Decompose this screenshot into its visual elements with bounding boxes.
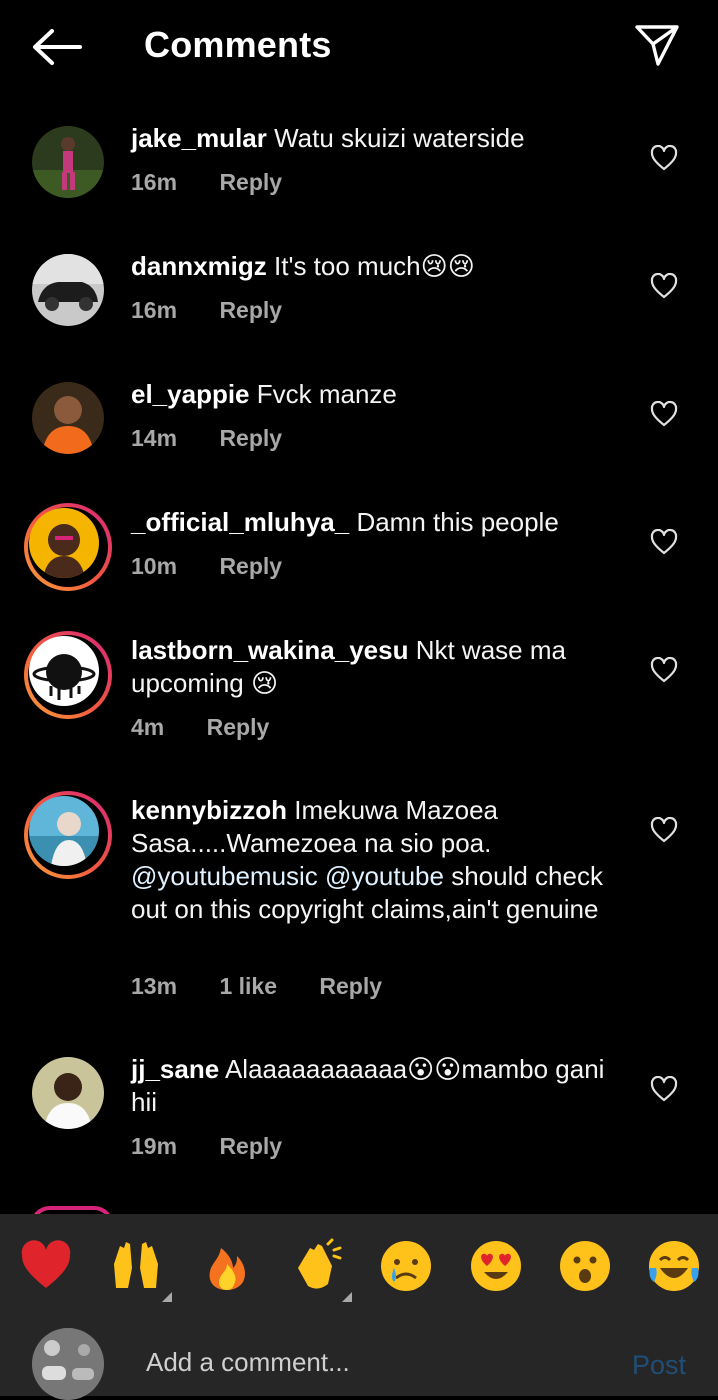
comment-text: jj_sane Alaaaaaaaaaaa😮😮mambo gani hii (131, 1053, 631, 1119)
comment-body: Watu skuizi waterside (274, 123, 525, 153)
comment-username[interactable]: jj_sane (131, 1054, 219, 1084)
comment-time: 4m (131, 714, 165, 740)
tears-of-joy-icon[interactable] (646, 1238, 702, 1294)
current-user-avatar[interactable] (32, 1328, 104, 1400)
comment-meta: 4m Reply (131, 714, 305, 741)
comment-text: lastborn_wakina_yesu Nkt wase ma upcomin… (131, 634, 631, 700)
heart-icon[interactable] (650, 401, 678, 427)
heart-icon[interactable] (650, 817, 678, 843)
reply-button[interactable]: Reply (219, 1133, 282, 1159)
comment-username[interactable]: _official_mluhya_ (131, 507, 349, 537)
avatar-image (29, 508, 99, 578)
comment-time: 13m (131, 973, 178, 999)
heart-icon[interactable] (650, 145, 678, 171)
mention-link[interactable]: @youtubemusic (131, 861, 318, 891)
raising-hands-icon[interactable] (108, 1238, 164, 1294)
fire-icon[interactable] (199, 1238, 255, 1294)
comment-username[interactable]: jake_mular (131, 123, 267, 153)
reply-button[interactable]: Reply (219, 553, 282, 579)
comment-time: 16m (131, 169, 178, 195)
story-avatar[interactable] (24, 503, 112, 591)
comment-meta: 16m Reply (131, 169, 318, 196)
avatar-image (32, 1328, 104, 1400)
story-avatar[interactable] (24, 631, 112, 719)
comment-time: 19m (131, 1133, 178, 1159)
paper-plane-icon (635, 25, 679, 66)
reply-button[interactable]: Reply (219, 297, 282, 323)
reply-button[interactable]: Reply (207, 714, 270, 740)
reply-button[interactable]: Reply (219, 169, 282, 195)
reply-button[interactable]: Reply (219, 425, 282, 451)
mention-link[interactable]: @youtube (325, 861, 444, 891)
avatar[interactable] (32, 254, 104, 326)
comment-text: jake_mular Watu skuizi waterside (131, 122, 631, 155)
variant-indicator (342, 1292, 352, 1302)
comment-meta: 19m Reply (131, 1133, 318, 1160)
comment-body: Damn this people (356, 507, 559, 537)
crying-face-icon[interactable] (378, 1238, 434, 1294)
avatar-image (32, 382, 104, 454)
comment-time: 16m (131, 297, 178, 323)
avatar-image (29, 796, 99, 866)
comment-time: 14m (131, 425, 178, 451)
comment-username[interactable]: dannxmigz (131, 251, 267, 281)
avatar[interactable] (32, 1057, 104, 1129)
heart-icon[interactable] (650, 657, 678, 683)
red-heart-icon[interactable] (18, 1238, 74, 1294)
heart-icon[interactable] (650, 273, 678, 299)
comment-text: _official_mluhya_ Damn this people (131, 506, 631, 539)
back-button[interactable] (30, 26, 82, 68)
heart-icon[interactable] (650, 529, 678, 555)
comment-text: el_yappie Fvck manze (131, 378, 631, 411)
arrow-left-icon (33, 29, 82, 65)
comment-meta: 10m Reply (131, 553, 318, 580)
avatar-image (32, 254, 104, 326)
page-title: Comments (144, 24, 332, 65)
surprised-face-icon[interactable] (557, 1238, 613, 1294)
comment-text: kennybizzoh Imekuwa Mazoea Sasa.....Wame… (131, 794, 631, 926)
post-button[interactable]: Post (632, 1350, 686, 1381)
comment-meta: 16m Reply (131, 297, 318, 324)
comment-meta: 13m 1 like Reply (131, 973, 418, 1000)
share-button[interactable] (634, 22, 680, 68)
avatar-image (29, 636, 99, 706)
variant-indicator (162, 1292, 172, 1302)
comment-username[interactable]: lastborn_wakina_yesu (131, 635, 408, 665)
comment-time: 10m (131, 553, 178, 579)
avatar-image (32, 1057, 104, 1129)
add-comment-input[interactable] (144, 1346, 608, 1379)
avatar-image (32, 126, 104, 198)
clapping-hands-icon[interactable] (288, 1238, 344, 1294)
comment-body: Fvck manze (256, 379, 397, 409)
reply-button[interactable]: Reply (319, 973, 382, 999)
comment-body: It's too much😢😢 (274, 251, 475, 281)
avatar[interactable] (32, 382, 104, 454)
heart-icon[interactable] (650, 1076, 678, 1102)
avatar[interactable] (32, 126, 104, 198)
comment-username[interactable]: el_yappie (131, 379, 250, 409)
likes-count[interactable]: 1 like (219, 973, 277, 999)
header: Comments (0, 0, 718, 92)
comment-meta: 14m Reply (131, 425, 318, 452)
comment-username[interactable]: kennybizzoh (131, 795, 287, 825)
heart-eyes-icon[interactable] (468, 1238, 524, 1294)
story-avatar[interactable] (24, 791, 112, 879)
comment-text: dannxmigz It's too much😢😢 (131, 250, 631, 283)
